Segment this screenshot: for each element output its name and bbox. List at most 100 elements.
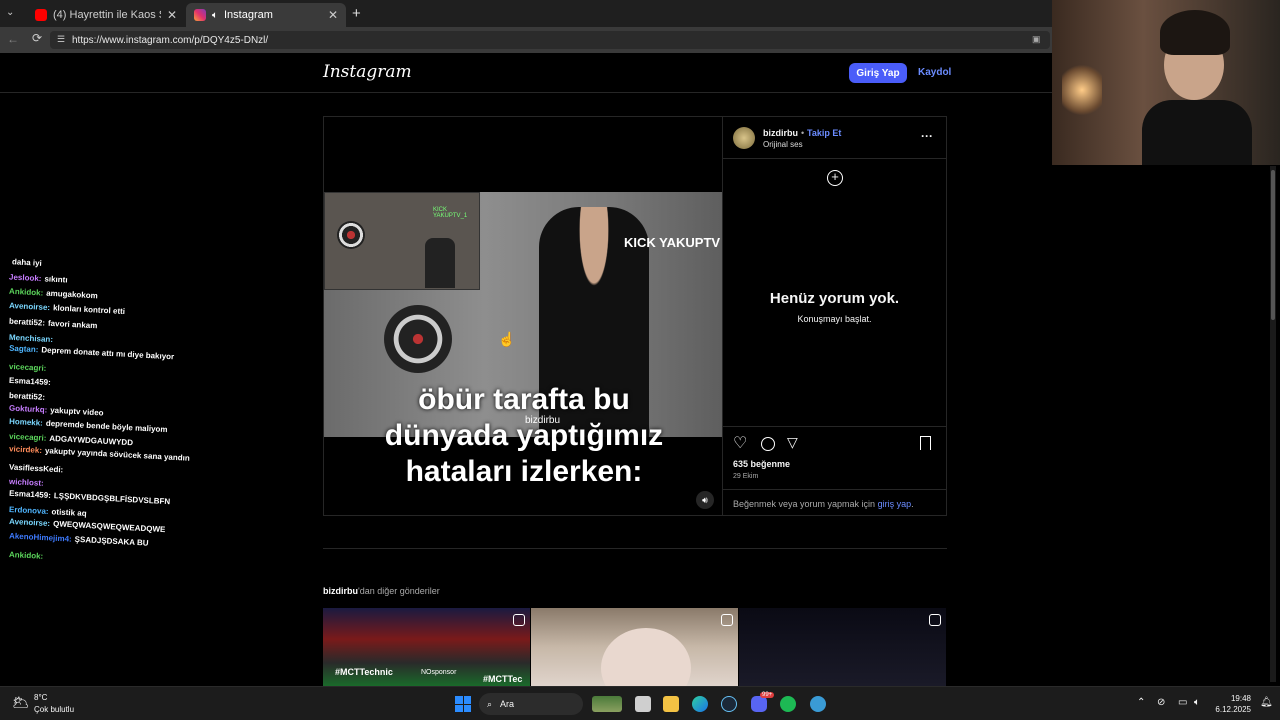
- chat-user: Sagtan:: [8, 343, 39, 355]
- widgets-icon[interactable]: [592, 696, 622, 712]
- tray-chevron-icon[interactable]: ⌃: [1137, 697, 1145, 708]
- bookmark-icon[interactable]: [920, 436, 931, 450]
- comment-icon[interactable]: [761, 437, 775, 451]
- more-posts-user[interactable]: bizdirbu: [323, 586, 358, 596]
- file-explorer-icon[interactable]: [663, 696, 679, 712]
- separator-dot: •: [801, 128, 805, 138]
- avatar[interactable]: [733, 127, 755, 149]
- site-info-icon[interactable]: ☰: [57, 34, 65, 45]
- split-screen-icon[interactable]: ▣: [1032, 34, 1041, 45]
- chat-text: sıkıntı: [44, 274, 68, 285]
- instagram-icon: [194, 9, 206, 21]
- pip-watermark: KICK YAKUPTV_1: [433, 207, 468, 219]
- dartboard-icon: [337, 221, 365, 249]
- share-icon[interactable]: ▽: [787, 434, 798, 451]
- video-watermark: KICK YAKUPTV: [624, 235, 721, 250]
- start-square: [455, 704, 463, 712]
- close-icon[interactable]: ✕: [328, 8, 338, 22]
- login-prompt-link[interactable]: giriş yap: [878, 499, 912, 509]
- more-posts-title: bizdirbu'dan diğer gönderiler: [323, 586, 440, 596]
- task-view-icon[interactable]: [635, 696, 651, 712]
- thumb-text-sponsor: NOsponsor: [421, 669, 457, 676]
- mute-toggle-icon[interactable]: 🔊︎: [696, 491, 714, 509]
- tab-list-chevron-icon[interactable]: ⌄: [6, 7, 20, 21]
- reel-icon: [929, 614, 941, 626]
- browser-tab-bar: ⌄ (4) Hayrettin ile Kaos Show - 2.Se ✕ 🔈…: [0, 0, 1052, 27]
- follow-link[interactable]: Takip Et: [807, 128, 841, 138]
- chat-user: wichlost:: [8, 477, 44, 488]
- notification-bell-icon[interactable]: 🔔︎: [1260, 697, 1273, 708]
- post-username[interactable]: bizdirbu: [763, 128, 798, 138]
- side-divider: [723, 158, 946, 159]
- scrollbar-thumb[interactable]: [1271, 170, 1275, 320]
- webcam-person-hair: [1160, 10, 1230, 55]
- webcam-lamp: [1062, 60, 1102, 120]
- display-icon[interactable]: ▭: [1178, 697, 1187, 708]
- post-thumbnail-1[interactable]: #MCTTechnic NOsponsor #MCTTec: [323, 608, 530, 686]
- post-video[interactable]: KICK YAKUPTV_1 KICK YAKUPTV öbür tarafta…: [323, 116, 723, 516]
- signup-link[interactable]: Kaydol: [918, 67, 951, 78]
- reel-icon: [513, 614, 525, 626]
- chat-user: beratti52:: [8, 316, 46, 328]
- app-icon[interactable]: [810, 696, 826, 712]
- chat-user: Ankidok:: [8, 550, 44, 561]
- back-icon[interactable]: ←: [7, 32, 19, 46]
- chat-text: otistik aq: [51, 507, 87, 519]
- like-heart-icon[interactable]: ♡: [733, 433, 747, 453]
- thumb-face: [601, 628, 691, 686]
- new-tab-icon[interactable]: +: [352, 5, 361, 22]
- side-divider-login: [723, 489, 946, 490]
- like-count[interactable]: 635 beğenme: [733, 459, 790, 469]
- post-date: 29 Ekim: [733, 473, 759, 480]
- tab-youtube[interactable]: (4) Hayrettin ile Kaos Show - 2.Se ✕: [27, 3, 185, 27]
- login-button[interactable]: Giriş Yap: [849, 63, 907, 83]
- volume-icon[interactable]: 🔈︎: [1194, 697, 1200, 708]
- weather-desc[interactable]: Çok bulutlu: [34, 705, 74, 714]
- search-label: Ara: [500, 699, 515, 709]
- url-text: https://www.instagram.com/p/DQY4z5-DNzl/: [72, 34, 269, 46]
- chat-user: Homekk:: [8, 416, 44, 428]
- clock-time[interactable]: 19:48: [1220, 694, 1251, 703]
- video-caption-line-1: öbür tarafta bu: [418, 383, 630, 416]
- url-input[interactable]: ☰ https://www.instagram.com/p/DQY4z5-DNz…: [50, 31, 1050, 49]
- taskbar-search[interactable]: ⌕ Ara: [479, 693, 583, 715]
- steam-icon[interactable]: [721, 696, 737, 712]
- audio-label[interactable]: Orijinal ses: [763, 140, 803, 149]
- page-scrollbar[interactable]: [1270, 166, 1276, 682]
- weather-icon[interactable]: 🌥︎: [12, 694, 30, 711]
- thumb-text: #MCTTechnic: [335, 667, 393, 677]
- reload-icon[interactable]: ⟳: [32, 31, 42, 45]
- more-posts-suffix: 'dan diğer gönderiler: [358, 586, 440, 596]
- side-divider-bottom: [723, 426, 946, 427]
- tab-instagram[interactable]: 🔈︎ Instagram ✕: [186, 3, 346, 27]
- video-caption-line-3: hataları izlerken:: [405, 455, 643, 488]
- clock-date[interactable]: 6.12.2025: [1210, 705, 1251, 714]
- chat-user: Jeslook:: [8, 272, 42, 284]
- spotify-icon[interactable]: [780, 696, 796, 712]
- video-pip: KICK YAKUPTV_1: [324, 192, 480, 290]
- add-comment-icon[interactable]: +: [827, 170, 843, 186]
- search-icon: ⌕: [487, 698, 493, 709]
- close-icon[interactable]: ✕: [167, 8, 177, 22]
- chat-user: Gokturkq:: [8, 403, 48, 415]
- windows-start-icon[interactable]: [455, 696, 471, 712]
- start-square: [455, 696, 463, 704]
- edge-icon[interactable]: [692, 696, 708, 712]
- weather-temp[interactable]: 8°C: [34, 693, 47, 702]
- chat-user: vicecagri:: [8, 431, 47, 443]
- cursor-icon: ☝: [498, 331, 516, 347]
- instagram-logo[interactable]: Instagram: [323, 62, 412, 82]
- discord-icon[interactable]: [751, 696, 767, 712]
- reel-icon: [721, 614, 733, 626]
- no-comments-subtitle: Konuşmayı başlat.: [797, 314, 872, 324]
- more-options-icon[interactable]: ···: [921, 129, 933, 143]
- network-icon[interactable]: ⊘: [1157, 697, 1165, 708]
- login-prompt-suffix: .: [911, 499, 914, 509]
- speaker-icon[interactable]: 🔈︎: [212, 10, 218, 21]
- chat-text: daha iyi: [11, 257, 43, 268]
- post-thumbnail-2[interactable]: [531, 608, 738, 686]
- chat-message: daha iyi: [9, 257, 42, 268]
- chat-user: vicirdek:: [8, 444, 43, 455]
- thumb-text-2: #MCTTec: [483, 674, 523, 684]
- post-thumbnail-3[interactable]: [739, 608, 946, 686]
